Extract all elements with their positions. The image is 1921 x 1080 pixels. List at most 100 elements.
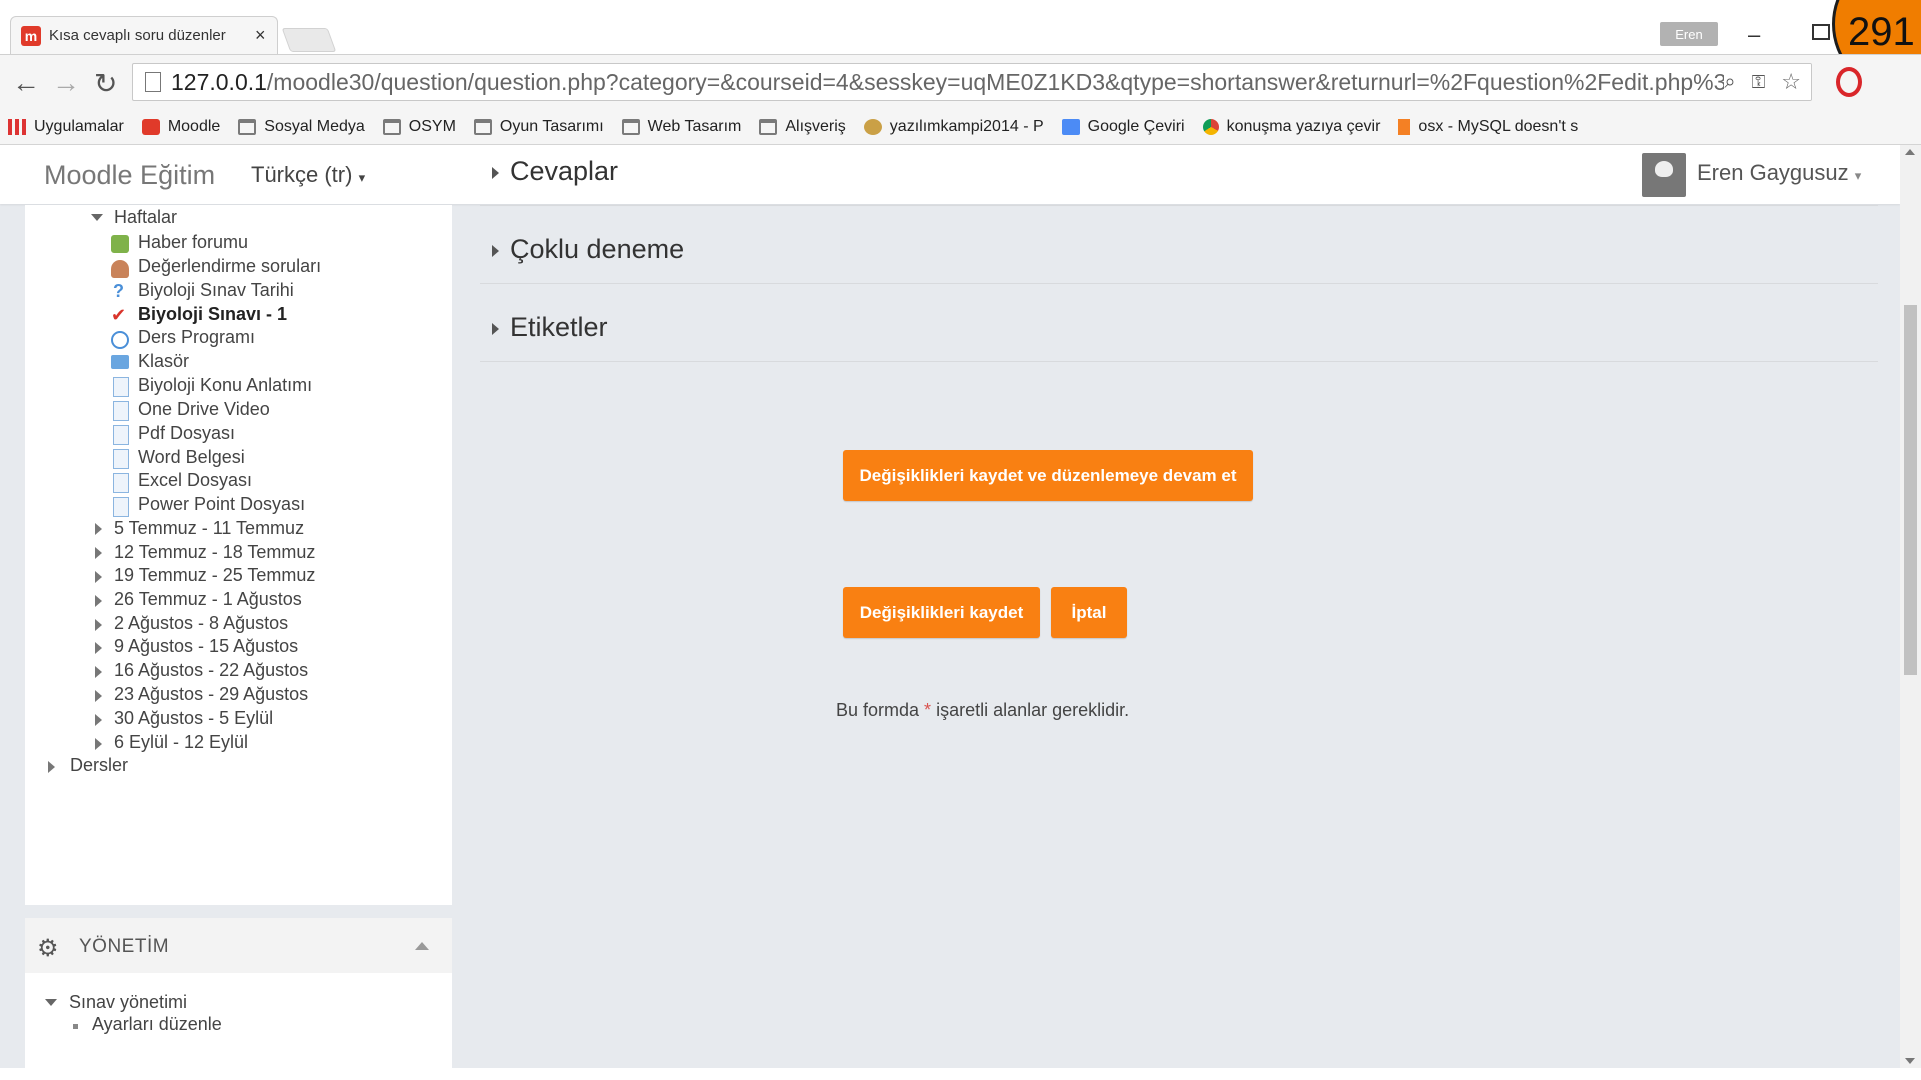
activity-link[interactable]: Power Point Dosyası bbox=[138, 494, 305, 515]
gear-icon: ⚙ bbox=[37, 935, 59, 962]
stackoverflow-icon bbox=[1398, 119, 1411, 135]
quiz-icon: ✔ bbox=[111, 305, 127, 325]
bookmark-site[interactable]: yazılımkampi2014 - P bbox=[863, 118, 1044, 136]
week-link[interactable]: 19 Temmuz - 25 Temmuz bbox=[114, 565, 315, 586]
collapsed-icon[interactable] bbox=[48, 761, 55, 773]
collapsed-icon[interactable] bbox=[95, 595, 102, 607]
language-menu[interactable]: Türkçe (tr) ▾ bbox=[251, 162, 365, 188]
collapsed-icon bbox=[492, 245, 499, 257]
folder-icon bbox=[473, 119, 492, 135]
back-icon[interactable]: ← bbox=[12, 67, 40, 99]
activity-link-current[interactable]: Biyoloji Sınavı - 1 bbox=[138, 304, 287, 325]
bookmark-folder[interactable]: OSYM bbox=[382, 118, 456, 136]
moodle-page: Moodle Eğitim Türkçe (tr) ▾ Eren Gaygusu… bbox=[0, 145, 1900, 1068]
week-link[interactable]: 30 Ağustos - 5 Eylül bbox=[114, 708, 273, 729]
zoom-icon[interactable]: ⌕ bbox=[1724, 71, 1735, 94]
activity-link[interactable]: Ders Programı bbox=[138, 327, 255, 348]
collapsed-icon[interactable] bbox=[95, 547, 102, 559]
collapsed-icon[interactable] bbox=[95, 738, 102, 750]
bookmark-stackoverflow[interactable]: osx - MySQL doesn't s bbox=[1398, 118, 1578, 136]
bookmark-speech[interactable]: konuşma yazıya çevir bbox=[1202, 118, 1380, 136]
folder-icon bbox=[621, 119, 640, 135]
block-header: ⚙ YÖNETİM bbox=[25, 918, 452, 973]
collapse-icon[interactable] bbox=[415, 942, 429, 950]
week-link[interactable]: 12 Temmuz - 18 Temmuz bbox=[114, 542, 315, 563]
block-title: YÖNETİM bbox=[79, 936, 170, 957]
collapsed-icon[interactable] bbox=[95, 619, 102, 631]
week-link[interactable]: 6 Eylül - 12 Eylül bbox=[114, 732, 248, 753]
week-link[interactable]: 9 Ağustos - 15 Ağustos bbox=[114, 636, 298, 657]
save-continue-button[interactable]: Değişiklikleri kaydet ve düzenlemeye dev… bbox=[843, 450, 1253, 501]
collapsed-icon[interactable] bbox=[95, 714, 102, 726]
activity-link[interactable]: Değerlendirme soruları bbox=[138, 256, 321, 277]
collapsed-icon[interactable] bbox=[95, 642, 102, 654]
collapsed-icon[interactable] bbox=[95, 690, 102, 702]
bookmark-folder[interactable]: Alışveriş bbox=[759, 118, 846, 136]
bookmark-google-translate[interactable]: Google Çeviri bbox=[1061, 118, 1185, 136]
page-icon bbox=[113, 377, 129, 397]
bookmark-moodle[interactable]: Moodle bbox=[141, 118, 220, 136]
edit-settings-link[interactable]: Ayarları düzenle bbox=[92, 1014, 222, 1035]
activity-link[interactable]: One Drive Video bbox=[138, 399, 270, 420]
browser-tab[interactable]: m Kısa cevaplı soru düzenler × bbox=[10, 16, 278, 54]
activity-link[interactable]: Biyoloji Sınav Tarihi bbox=[138, 280, 294, 301]
activity-link[interactable]: Excel Dosyası bbox=[138, 470, 252, 491]
activity-link[interactable]: Klasör bbox=[138, 351, 189, 372]
navigation-block: Haftalar Haber forumu Değerlendirme soru… bbox=[25, 205, 452, 905]
activity-link[interactable]: Pdf Dosyası bbox=[138, 423, 235, 444]
section-tags[interactable]: Etiketler bbox=[480, 301, 1878, 362]
chrome-icon bbox=[1202, 119, 1219, 135]
reload-icon[interactable]: ↻ bbox=[94, 67, 117, 100]
close-tab-icon[interactable]: × bbox=[255, 25, 266, 46]
week-link[interactable]: 5 Temmuz - 11 Temmuz bbox=[114, 518, 304, 539]
expanded-icon[interactable] bbox=[45, 999, 57, 1006]
activity-link[interactable]: Haber forumu bbox=[138, 232, 248, 253]
corner-number: 291 bbox=[1848, 10, 1915, 54]
restore-icon[interactable] bbox=[1812, 24, 1830, 40]
expanded-icon[interactable] bbox=[91, 214, 103, 221]
site-brand[interactable]: Moodle Eğitim bbox=[44, 160, 215, 191]
quiz-admin-link[interactable]: Sınav yönetimi bbox=[69, 992, 187, 1013]
minimize-icon[interactable]: – bbox=[1748, 22, 1760, 48]
folder-icon bbox=[111, 355, 129, 369]
question-form: Cevaplar Çoklu deneme Etiketler Değişikl… bbox=[470, 145, 1890, 1068]
collapsed-icon[interactable] bbox=[95, 571, 102, 583]
collapsed-icon[interactable] bbox=[95, 523, 102, 535]
week-link[interactable]: 16 Ağustos - 22 Ağustos bbox=[114, 660, 308, 681]
scroll-up-icon[interactable] bbox=[1905, 149, 1915, 155]
activity-link[interactable]: Biyoloji Konu Anlatımı bbox=[138, 375, 312, 396]
forum-icon bbox=[111, 235, 129, 253]
week-link[interactable]: 26 Temmuz - 1 Ağustos bbox=[114, 589, 302, 610]
new-tab-button[interactable] bbox=[281, 28, 337, 52]
week-link[interactable]: 23 Ağustos - 29 Ağustos bbox=[114, 684, 308, 705]
scroll-down-icon[interactable] bbox=[1905, 1058, 1915, 1064]
courses-link[interactable]: Dersler bbox=[70, 755, 128, 776]
moodle-icon bbox=[141, 119, 160, 135]
section-multiple-tries[interactable]: Çoklu deneme bbox=[480, 223, 1878, 284]
key-icon[interactable]: ⚿ bbox=[1752, 72, 1766, 93]
tree-weeks[interactable]: Haftalar bbox=[114, 207, 177, 228]
star-icon[interactable]: ☆ bbox=[1781, 69, 1801, 95]
bookmark-folder[interactable]: Sosyal Medya bbox=[238, 118, 365, 136]
profile-badge[interactable]: Eren bbox=[1660, 22, 1718, 46]
forward-icon[interactable]: → bbox=[52, 67, 80, 99]
save-button[interactable]: Değişiklikleri kaydet bbox=[843, 587, 1040, 638]
folder-icon bbox=[759, 119, 778, 135]
caret-down-icon: ▾ bbox=[358, 170, 366, 185]
moodle-favicon-icon: m bbox=[21, 25, 41, 46]
cancel-button[interactable]: İptal bbox=[1051, 587, 1127, 638]
bookmark-apps[interactable]: Uygulamalar bbox=[8, 118, 124, 136]
collapsed-icon bbox=[492, 323, 499, 335]
collapsed-icon[interactable] bbox=[95, 666, 102, 678]
activity-link[interactable]: Word Belgesi bbox=[138, 447, 245, 468]
url-field[interactable]: 127.0.0.1/moodle30/question/question.php… bbox=[132, 63, 1812, 101]
scroll-thumb[interactable] bbox=[1904, 305, 1917, 675]
bookmark-folder[interactable]: Oyun Tasarımı bbox=[473, 118, 604, 136]
administration-block: ⚙ YÖNETİM Sınav yönetimi Ayarları düzenl… bbox=[25, 918, 452, 1068]
week-link[interactable]: 2 Ağustos - 8 Ağustos bbox=[114, 613, 288, 634]
section-answers[interactable]: Cevaplar bbox=[480, 145, 1878, 206]
opera-icon[interactable] bbox=[1836, 67, 1862, 97]
page-scrollbar[interactable] bbox=[1900, 145, 1921, 1068]
browser-tabstrip: m Kısa cevaplı soru düzenler × Eren – 29… bbox=[0, 0, 1921, 94]
bookmark-folder[interactable]: Web Tasarım bbox=[621, 118, 741, 136]
